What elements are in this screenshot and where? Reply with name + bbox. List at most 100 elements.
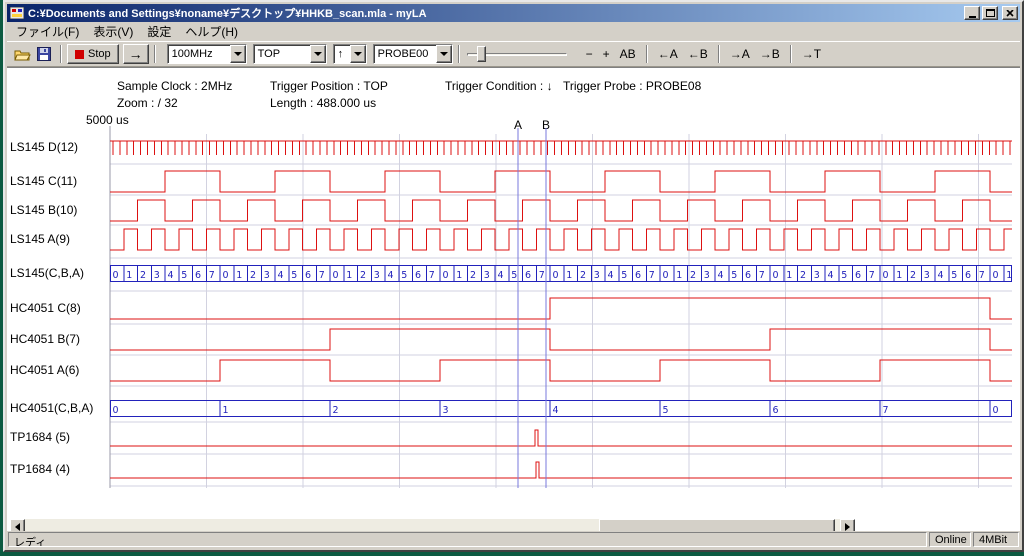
waveform-workspace: Sample Clock : 2MHz Trigger Position : T… — [7, 67, 1020, 531]
bus-value: 6 — [855, 270, 861, 281]
waveform-trace — [110, 298, 1012, 319]
scroll-left-button[interactable] — [10, 519, 25, 531]
window-title: C:¥Documents and Settings¥noname¥デスクトップ¥… — [25, 5, 964, 21]
length-info: Length : 488.000 us — [270, 96, 376, 110]
menu-help[interactable]: ヘルプ(H) — [178, 21, 245, 42]
bus-value: 4 — [718, 270, 724, 281]
scroll-thumb[interactable] — [599, 519, 835, 531]
ab-cursor-button[interactable]: AB — [615, 44, 641, 64]
bus-value: 0 — [333, 270, 339, 281]
title-bar[interactable]: C:¥Documents and Settings¥noname¥デスクトップ¥… — [7, 4, 1020, 22]
goto-cursor-a-left-button[interactable]: ←A — [653, 44, 683, 64]
bus-value: 2 — [690, 270, 696, 281]
toolbar-separator — [718, 45, 720, 63]
bus-value: 1 — [1006, 270, 1012, 281]
scroll-left-icon — [15, 523, 20, 531]
bus-frame — [111, 266, 1012, 282]
run-button[interactable]: → — [123, 44, 149, 64]
trigger-condition-info: Trigger Condition : ↓ — [445, 79, 553, 93]
open-file-button[interactable] — [11, 43, 33, 65]
status-bar: レディ Online 4MBit — [7, 531, 1020, 548]
bus-value: 7 — [883, 405, 889, 416]
dropdown-button[interactable] — [310, 45, 326, 63]
bus-value: 3 — [154, 270, 160, 281]
zoom-in-button[interactable]: + — [598, 44, 615, 64]
bus-value: 1 — [786, 270, 792, 281]
bus-value: 7 — [429, 270, 435, 281]
scroll-track[interactable] — [25, 519, 840, 531]
bus-value: 5 — [841, 270, 847, 281]
menu-view[interactable]: 表示(V) — [86, 21, 140, 42]
window-controls — [964, 6, 1018, 20]
toolbar-separator — [60, 45, 62, 63]
menu-file[interactable]: ファイル(F) — [9, 21, 86, 42]
trigger-probe-value: PROBE00 — [374, 45, 436, 63]
waveform-trace — [110, 360, 1012, 381]
minimize-button[interactable] — [964, 6, 980, 20]
bus-value: 7 — [979, 270, 985, 281]
bus-value: 6 — [773, 405, 779, 416]
toolbar-separator — [790, 45, 792, 63]
goto-cursor-a-right-button[interactable]: →A — [725, 44, 755, 64]
channel-label: HC4051 C(8) — [10, 301, 107, 315]
trigger-edge-value: ↑ — [334, 45, 350, 63]
bus-value: 3 — [443, 405, 449, 416]
toolbar-separator — [154, 45, 156, 63]
channel-label: LS145(C,B,A) — [10, 266, 107, 280]
stop-button[interactable]: Stop — [67, 44, 119, 64]
toolbar: Stop → 100MHz TOP ↑ PROBE00 − + AB ←A ←B — [7, 41, 1020, 67]
bus-value: 6 — [635, 270, 641, 281]
menu-settings[interactable]: 設定 — [140, 21, 178, 42]
goto-cursor-b-left-button[interactable]: ←B — [683, 44, 713, 64]
scroll-right-button[interactable] — [840, 519, 855, 531]
bus-value: 1 — [346, 270, 352, 281]
channel-label: HC4051 B(7) — [10, 332, 107, 346]
bus-value: 2 — [910, 270, 916, 281]
sample-clock-select[interactable]: 100MHz — [167, 44, 247, 64]
dropdown-button[interactable] — [230, 45, 246, 63]
channel-label: LS145 B(10) — [10, 203, 107, 217]
menu-bar: ファイル(F) 表示(V) 設定 ヘルプ(H) — [7, 22, 1020, 41]
bus-value: 7 — [869, 270, 875, 281]
zoom-slider[interactable] — [465, 43, 569, 65]
goto-cursor-b-right-button[interactable]: →B — [755, 44, 785, 64]
trigger-probe-info: Trigger Probe : PROBE08 — [563, 79, 701, 93]
bus-value: 7 — [759, 270, 765, 281]
bus-value: 3 — [814, 270, 820, 281]
bus-value: 5 — [291, 270, 297, 281]
bus-value: 4 — [278, 270, 284, 281]
channel-label: TP1684 (4) — [10, 462, 107, 476]
stop-icon — [75, 50, 84, 59]
channel-label: LS145 D(12) — [10, 140, 107, 154]
trigger-position-select[interactable]: TOP — [253, 44, 327, 64]
app-icon-glyph — [10, 7, 24, 19]
status-memory-badge: 4MBit — [973, 532, 1019, 547]
status-online-badge: Online — [929, 532, 971, 547]
bus-value: 6 — [745, 270, 751, 281]
chevron-down-icon — [440, 52, 448, 56]
bus-value: 7 — [649, 270, 655, 281]
close-button[interactable] — [1002, 6, 1018, 20]
trigger-edge-select[interactable]: ↑ — [333, 44, 367, 64]
waveform-trace — [110, 329, 1012, 350]
bus-value: 0 — [223, 270, 229, 281]
goto-trigger-button[interactable]: →T — [797, 44, 826, 64]
bus-value: 6 — [195, 270, 201, 281]
bus-value: 2 — [140, 270, 146, 281]
waveform-plot[interactable]: 0123456701234567012345670123456701234567… — [110, 134, 1012, 488]
minimize-icon — [969, 16, 976, 18]
save-button[interactable] — [33, 43, 55, 65]
zoom-out-button[interactable]: − — [581, 44, 598, 64]
bus-value: 3 — [264, 270, 270, 281]
dropdown-button[interactable] — [350, 45, 366, 63]
dropdown-button[interactable] — [436, 45, 452, 63]
horizontal-scrollbar — [10, 519, 855, 531]
bus-value: 0 — [993, 405, 999, 416]
maximize-button[interactable] — [982, 6, 998, 20]
bus-value: 6 — [525, 270, 531, 281]
bus-value: 2 — [333, 405, 339, 416]
trigger-probe-select[interactable]: PROBE00 — [373, 44, 453, 64]
bus-value: 1 — [236, 270, 242, 281]
bus-value: 5 — [621, 270, 627, 281]
zoom-slider-thumb[interactable] — [477, 46, 486, 62]
